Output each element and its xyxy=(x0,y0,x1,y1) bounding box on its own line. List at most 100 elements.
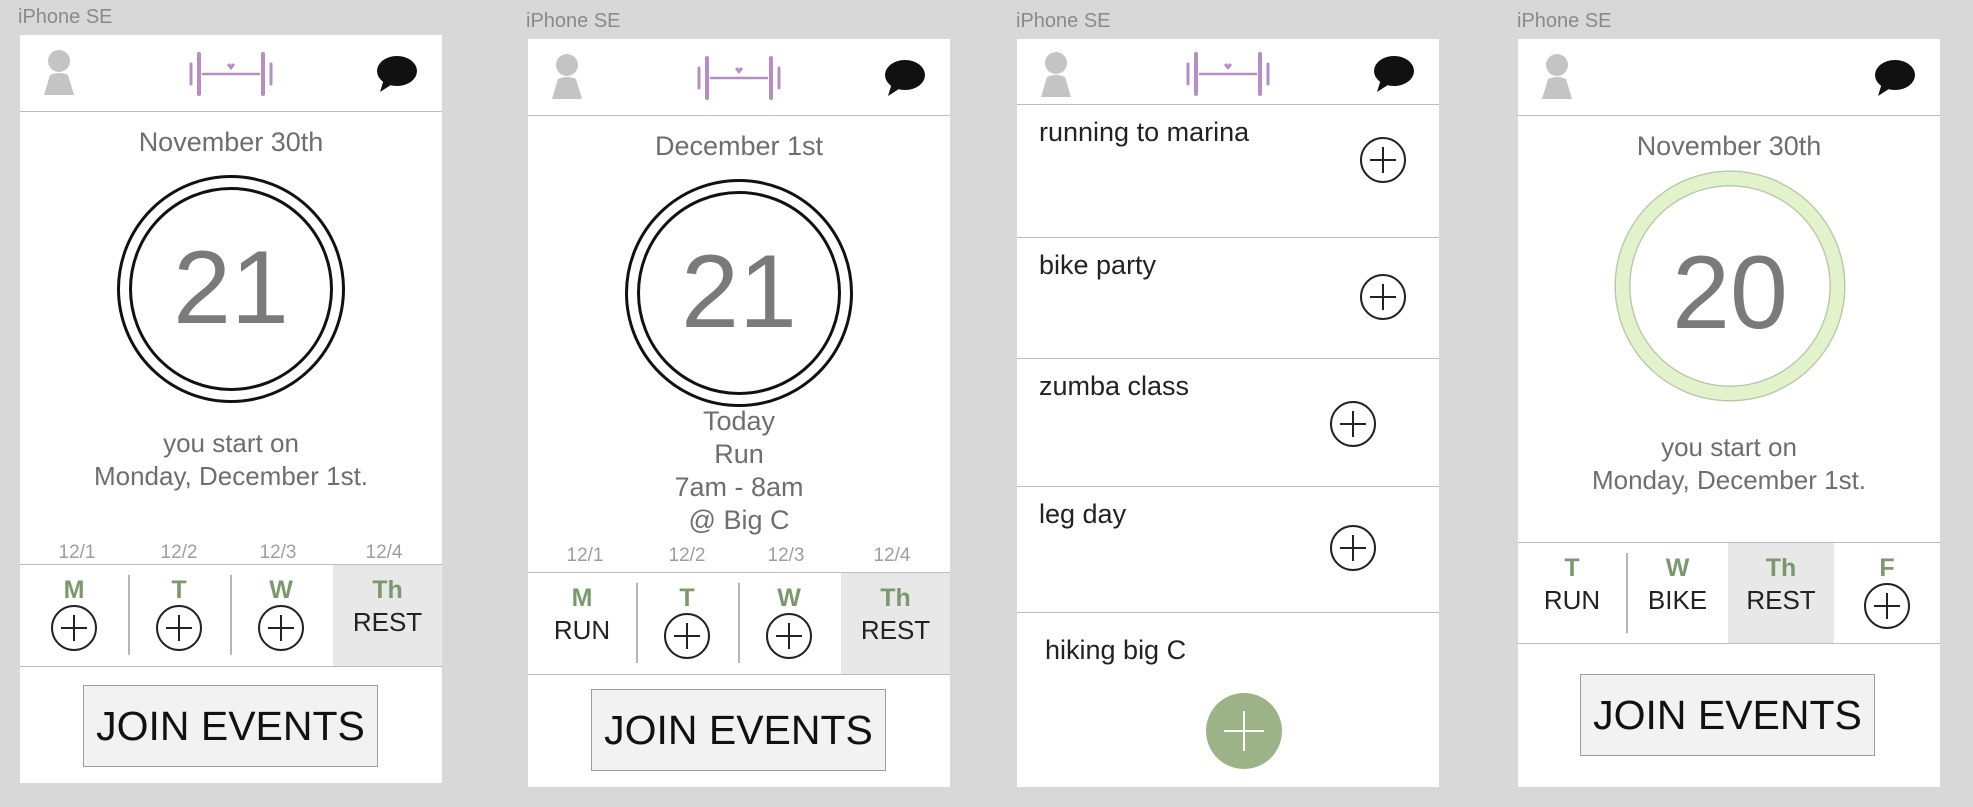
chat-icon[interactable] xyxy=(376,55,418,93)
screen-pre-start: November 30th 21 you start on Monday, De… xyxy=(20,35,442,783)
day-cell-wed[interactable]: W BIKE xyxy=(1627,543,1728,643)
top-bar xyxy=(1017,39,1439,105)
week-dates: 12/1 12/2 12/3 12/4 xyxy=(20,542,442,564)
add-activity-button[interactable] xyxy=(664,613,710,659)
day-counter-number: 21 xyxy=(173,230,289,346)
week-dates: 12/1 12/2 12/3 12/4 xyxy=(528,545,950,567)
add-activity-button[interactable] xyxy=(51,605,97,651)
progress-ring: 20 xyxy=(1616,172,1844,400)
top-bar xyxy=(20,35,442,112)
day-counter-ring: 21 xyxy=(625,179,853,407)
start-line-2: Monday, December 1st. xyxy=(93,461,369,491)
date-title: November 30th xyxy=(138,127,324,157)
day-cell-thu[interactable]: Th REST xyxy=(841,573,950,674)
day-letter: M xyxy=(63,576,85,604)
day-activity: REST xyxy=(1746,585,1816,615)
today-label: Today xyxy=(702,406,776,436)
day-letter: Th xyxy=(372,576,403,604)
join-events-button[interactable]: JOIN EVENTS xyxy=(591,689,886,771)
day-activity: RUN xyxy=(553,615,611,645)
date-label: 12/1 xyxy=(58,542,96,563)
event-name: running to marina xyxy=(1039,117,1250,147)
top-bar xyxy=(1518,39,1940,116)
join-events-button[interactable]: JOIN EVENTS xyxy=(1580,674,1875,756)
day-cell-tue[interactable]: T RUN xyxy=(1518,543,1626,643)
chat-icon[interactable] xyxy=(1373,55,1415,93)
add-activity-button[interactable] xyxy=(156,605,202,651)
event-item[interactable]: leg day xyxy=(1017,487,1439,613)
day-activity: REST xyxy=(352,607,423,637)
day-letter: M xyxy=(571,584,593,612)
add-activity-button[interactable] xyxy=(1864,583,1910,629)
day-letter: Th xyxy=(880,584,911,612)
add-event-button[interactable] xyxy=(1360,137,1406,183)
day-letter: W xyxy=(1665,554,1690,582)
add-activity-button[interactable] xyxy=(766,613,812,659)
join-events-button[interactable]: JOIN EVENTS xyxy=(83,685,378,767)
avatar-icon[interactable] xyxy=(1538,53,1576,99)
event-item[interactable]: running to marina xyxy=(1017,105,1439,238)
add-new-event-button[interactable] xyxy=(1206,693,1282,769)
day-cell-mon: M xyxy=(20,565,128,666)
screen-today: December 1st 21 Today Run 7am - 8am @ Bi… xyxy=(528,39,950,787)
logo-icon xyxy=(697,56,781,100)
artboard-label-4: iPhone SE xyxy=(1517,10,1612,32)
day-letter: Th xyxy=(1765,554,1797,582)
artboard-label-3: iPhone SE xyxy=(1016,10,1111,32)
day-activity: BIKE xyxy=(1647,585,1708,615)
screen-events: running to marina bike party zumba class… xyxy=(1017,39,1439,787)
day-counter-ring: 21 xyxy=(117,175,345,403)
day-cell-mon[interactable]: M RUN xyxy=(528,573,636,674)
day-letter: W xyxy=(269,576,293,604)
add-activity-button[interactable] xyxy=(258,605,304,651)
chat-icon[interactable] xyxy=(1874,59,1916,97)
date-label: 12/3 xyxy=(767,545,805,566)
date-label: 12/1 xyxy=(566,545,604,566)
date-label: 12/2 xyxy=(160,542,198,563)
today-location: @ Big C xyxy=(688,505,790,535)
day-activity: RUN xyxy=(1543,585,1601,615)
avatar-icon[interactable] xyxy=(40,49,78,95)
week-strip: T RUN W BIKE Th REST F xyxy=(1518,542,1940,644)
avatar-icon[interactable] xyxy=(548,53,586,99)
day-cell-wed: W xyxy=(739,573,839,674)
artboard-label-2: iPhone SE xyxy=(526,10,621,32)
avatar-icon[interactable] xyxy=(1037,51,1075,97)
event-item[interactable]: zumba class xyxy=(1017,359,1439,487)
start-line-1: you start on xyxy=(163,428,299,458)
day-cell-fri: F xyxy=(1834,543,1940,643)
day-cell-tue: T xyxy=(129,565,229,666)
event-name: leg day xyxy=(1039,499,1127,529)
today-time: 7am - 8am xyxy=(674,472,804,502)
week-strip: M RUN T W Th REST xyxy=(528,572,950,675)
top-bar xyxy=(528,39,950,116)
logo-icon xyxy=(189,52,273,96)
event-name: zumba class xyxy=(1039,371,1190,401)
chat-icon[interactable] xyxy=(884,59,926,97)
day-cell-thu[interactable]: Th REST xyxy=(333,565,442,666)
logo-icon xyxy=(1186,52,1270,96)
day-counter-number: 20 xyxy=(1672,235,1788,351)
day-letter: T xyxy=(171,576,187,604)
date-label: 12/4 xyxy=(873,545,911,566)
day-cell-thu[interactable]: Th REST xyxy=(1728,543,1834,643)
day-letter: T xyxy=(679,584,695,612)
add-event-button[interactable] xyxy=(1330,401,1376,447)
week-strip: M T W Th REST xyxy=(20,564,442,667)
add-event-button[interactable] xyxy=(1360,274,1406,320)
start-line-1: you start on xyxy=(1661,432,1797,462)
event-name: bike party xyxy=(1039,250,1157,280)
add-event-button[interactable] xyxy=(1330,525,1376,571)
day-counter-number: 21 xyxy=(681,234,797,350)
date-label: 12/3 xyxy=(259,542,297,563)
start-line-2: Monday, December 1st. xyxy=(1591,465,1867,495)
date-title: December 1st xyxy=(654,131,824,161)
date-label: 12/2 xyxy=(668,545,706,566)
day-activity: REST xyxy=(860,615,931,645)
day-cell-tue: T xyxy=(637,573,737,674)
event-item[interactable]: bike party xyxy=(1017,238,1439,359)
day-letter: T xyxy=(1564,554,1580,582)
date-label: 12/4 xyxy=(365,542,403,563)
artboard-label-1: iPhone SE xyxy=(18,6,113,28)
date-title: November 30th xyxy=(1636,131,1822,161)
